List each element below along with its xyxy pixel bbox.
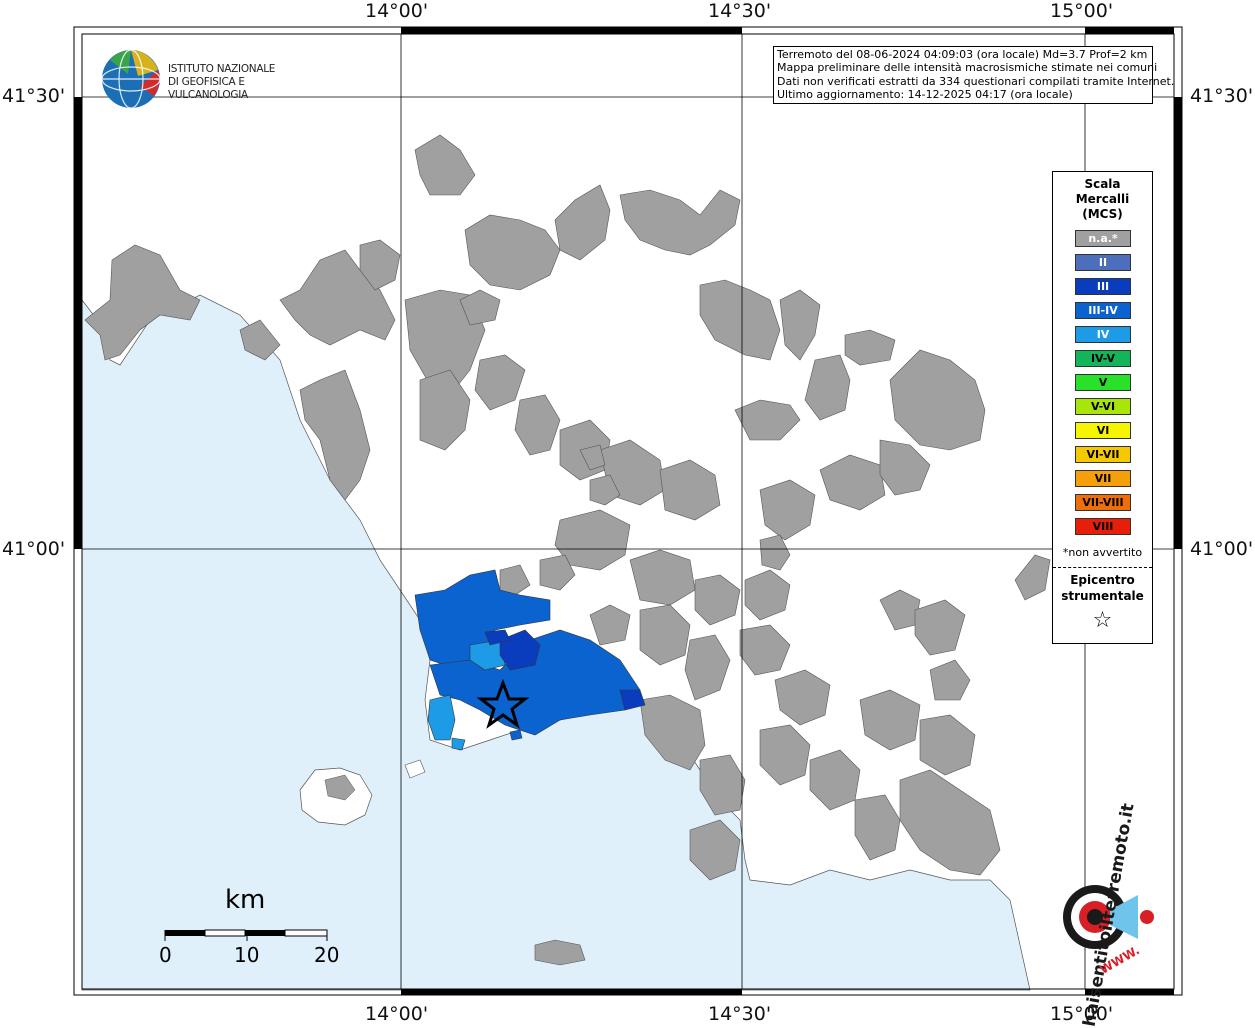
legend-epicenter-2: strumentale: [1061, 589, 1144, 603]
legend-item: III: [1075, 278, 1131, 295]
legend-item: VI-VII: [1075, 446, 1131, 463]
legend-item: IV-V: [1075, 350, 1131, 367]
ingv-logo-text: ISTITUTO NAZIONALE DI GEOFISICA E VULCAN…: [168, 63, 320, 102]
logo-line-2: DI GEOFISICA E VULCANOLOGIA: [168, 76, 248, 101]
event-info-box: Terremoto del 08-06-2024 04:09:03 (ora l…: [773, 46, 1175, 104]
lon-label-bottom-2: 14°30': [708, 1003, 772, 1025]
scale-label-10: 10: [234, 943, 260, 967]
legend-item: III-IV: [1075, 302, 1131, 319]
legend-item: V-VI: [1075, 398, 1131, 415]
scale-bar: km 0 10 20: [150, 885, 350, 975]
legend-item: IV: [1075, 326, 1131, 343]
legend-separator: [1053, 567, 1152, 568]
legend-title-2: Mercalli: [1075, 192, 1130, 206]
info-line-1: Terremoto del 08-06-2024 04:09:03 (ora l…: [777, 48, 1148, 61]
legend-epicenter: Epicentro strumentale: [1053, 572, 1152, 604]
scale-label-0: 0: [159, 943, 172, 967]
legend-item: II: [1075, 254, 1131, 271]
legend-title-1: Scala: [1084, 177, 1121, 191]
lat-label-right-1: 41°30': [1190, 85, 1254, 107]
lon-label-bottom-1: 14°00': [365, 1003, 429, 1025]
legend-item: VI: [1075, 422, 1131, 439]
lat-label-right-2: 41°00': [1190, 538, 1254, 560]
lat-label-left-1: 41°30': [2, 85, 66, 107]
lon-label-top-2: 14°30': [708, 0, 772, 22]
legend-title: Scala Mercalli (MCS): [1053, 177, 1152, 222]
info-line-4: Ultimo aggiornamento: 14-12-2025 04:17 (…: [777, 88, 1073, 102]
lon-label-top-1: 14°00': [365, 0, 429, 22]
scale-unit: km: [225, 885, 266, 915]
mcs-legend: Scala Mercalli (MCS) n.a.* II III III-IV IV I…: [1052, 171, 1153, 644]
scale-label-20: 20: [314, 943, 340, 967]
info-line-3: Dati non verificati estratti da 334 ques…: [777, 74, 1175, 88]
legend-note: *non avvertito: [1062, 546, 1143, 559]
lon-label-top-3: 15°00': [1050, 0, 1114, 22]
legend-epicenter-1: Epicentro: [1070, 573, 1135, 587]
lat-label-left-2: 41°00': [2, 538, 66, 560]
legend-item: VIII: [1075, 518, 1131, 535]
legend-item: V: [1075, 374, 1131, 391]
haisentito-logo: haisentitoilterremoto.it WWW.: [1030, 802, 1170, 1028]
legend-item: VII: [1075, 470, 1131, 487]
logo-line-1: ISTITUTO NAZIONALE: [168, 63, 276, 75]
legend-item: VII-VIII: [1075, 494, 1131, 511]
globe-icon: [101, 49, 161, 109]
info-line-2: Mappa preliminare delle intensità macros…: [777, 61, 1158, 75]
ingv-logo: ISTITUTO NAZIONALE DI GEOFISICA E VULCAN…: [100, 48, 320, 110]
legend-star-icon: ☆: [1092, 608, 1113, 633]
legend-item: n.a.*: [1075, 230, 1131, 247]
legend-title-3: (MCS): [1082, 207, 1123, 221]
